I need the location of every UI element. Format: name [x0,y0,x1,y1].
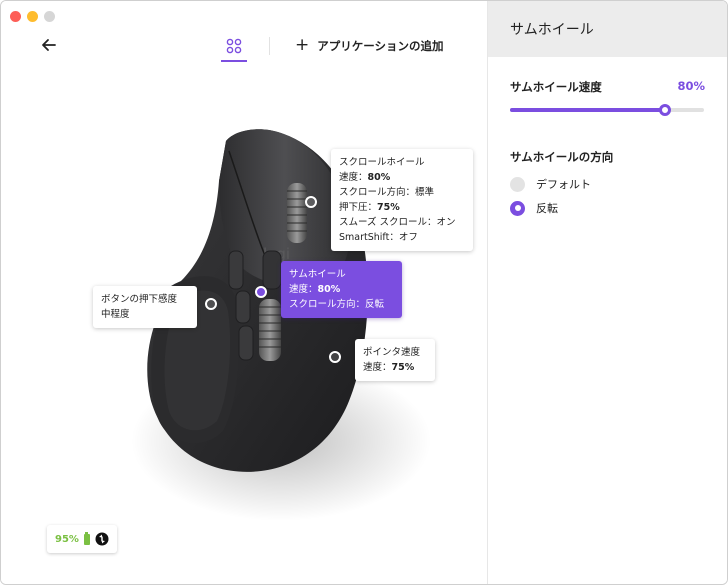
battery-status[interactable]: 95% [47,525,117,553]
thumb-wheel-speed-slider[interactable] [510,104,704,116]
minimize-window-button[interactable] [27,11,38,22]
panel-title: サムホイール [510,22,594,38]
slider-thumb[interactable] [659,104,672,116]
pointer-hotspot[interactable] [329,351,341,363]
scroll-wheel-pressure: 押下圧：75% [339,202,400,213]
add-application-label: アプリケーションの追加 [317,38,444,53]
scroll-wheel-smooth: スムーズ スクロール：オン [339,217,456,228]
pointer-speed-title: ポインタ速度 [363,347,421,358]
scroll-wheel-smartshift: SmartShift：オフ [339,232,418,243]
thumb-wheel-direction: スクロール方向：反転 [289,299,385,310]
pointer-speed-callout[interactable]: ポインタ速度 速度：75% [355,339,435,381]
direction-option-label: デフォルト [536,178,591,191]
close-window-button[interactable] [10,11,21,22]
button-pressure-callout[interactable]: ボタンの押下感度 中程度 [93,286,197,328]
device-view: + アプリケーションの追加 スクロールホイール 速度：80% スクロール方向：標… [1,1,487,584]
grid-icon [226,38,242,54]
pointer-speed-value: 速度：75% [363,362,415,373]
back-arrow-icon [42,39,56,51]
slider-fill [510,108,666,112]
thumb-wheel-hotspot[interactable] [255,286,267,298]
scroll-wheel-callout[interactable]: スクロールホイール 速度：80% スクロール方向：標準 押下圧：75% スムーズ… [331,149,473,251]
scroll-wheel-hotspot[interactable] [305,196,317,208]
toolbar-divider [269,37,270,55]
panel-header: サムホイール [488,1,727,57]
direction-option-inverted[interactable]: 反転 [510,200,558,216]
thumb-wheel-direction-label: サムホイールの方向 [510,150,614,164]
direction-option-label: 反転 [536,202,558,215]
direction-option-default[interactable]: デフォルト [510,176,591,192]
scroll-wheel-speed: 速度：80% [339,172,391,183]
add-application-button[interactable]: + アプリケーションの追加 [295,37,444,54]
thumb-wheel-speed: 速度：80% [289,284,341,295]
plus-icon: + [295,35,310,55]
battery-percent: 95% [55,533,79,545]
window-controls [10,11,55,22]
battery-icon [83,531,90,545]
app-window: + アプリケーションの追加 スクロールホイール 速度：80% スクロール方向：標… [0,0,728,585]
button-pressure-value: 中程度 [101,309,130,320]
radio-default[interactable] [510,176,525,192]
zoom-window-button[interactable] [44,11,55,22]
scroll-wheel-direction: スクロール方向：標準 [339,187,435,198]
thumb-wheel-callout[interactable]: サムホイール 速度：80% スクロール方向：反転 [281,261,402,318]
radio-inverted[interactable] [510,200,525,216]
flow-icon [95,532,109,546]
active-tab-indicator [221,60,247,62]
thumb-wheel-speed-value: 80% [677,79,705,93]
buttons-tab[interactable] [221,33,247,61]
back-button[interactable] [37,34,61,56]
settings-panel: サムホイール サムホイール速度 80% サムホイールの方向 デフォルト 反転 [487,1,727,584]
thumb-wheel-speed-label: サムホイール速度 [510,80,602,94]
button-pressure-title: ボタンの押下感度 [101,294,178,305]
scroll-wheel-title: スクロールホイール [339,157,425,168]
thumb-wheel-title: サムホイール [289,269,346,280]
thumb-button-hotspot[interactable] [205,298,217,310]
